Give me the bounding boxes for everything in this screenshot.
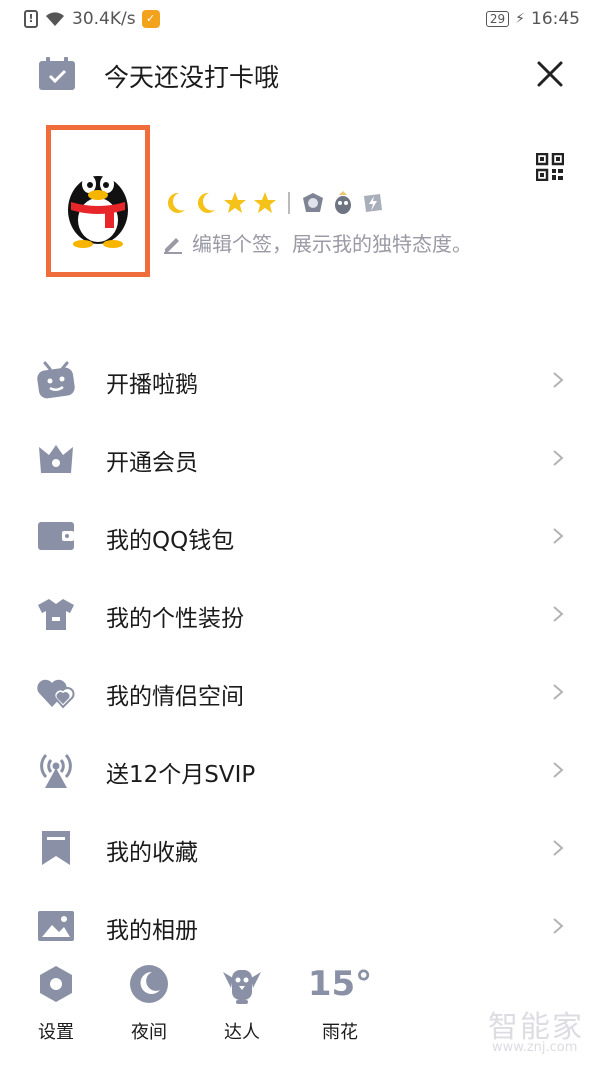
status-bar: ! 30.4K/s ✓ 29 ⚡ 16:45 (0, 0, 600, 42)
shirt-icon (38, 599, 74, 630)
wifi-icon (46, 12, 64, 26)
status-left: ! 30.4K/s ✓ (24, 9, 160, 29)
menu-item-live[interactable]: 开播啦鹅 (0, 347, 600, 413)
charging-icon: ⚡ (515, 11, 525, 27)
chevron-right-icon (553, 684, 564, 700)
night-mode-button[interactable]: 夜间 (114, 962, 184, 1044)
tv-icon (37, 361, 75, 399)
moon-icon (167, 192, 185, 213)
qq-level-badges[interactable] (162, 190, 386, 216)
qr-code-icon[interactable] (536, 153, 564, 181)
signature-field[interactable]: 编辑个签，展示我的独特态度。 (162, 228, 472, 257)
weather-location: 雨花 (322, 1022, 358, 1043)
wallet-icon (38, 522, 74, 550)
menu-label: 我的相册 (106, 918, 198, 944)
pencil-icon (164, 237, 182, 254)
expert-label: 达人 (224, 1022, 260, 1043)
chevron-right-icon (553, 840, 564, 856)
settings-label: 设置 (38, 1022, 74, 1043)
penguin-badge-icon (303, 193, 323, 212)
menu-label: 我的个性装扮 (106, 606, 244, 632)
penguin-badge-icon (335, 191, 351, 214)
winged-penguin-icon (223, 970, 261, 1004)
penguin-avatar-icon (68, 175, 128, 248)
star-icon (254, 192, 276, 213)
menu-label: 我的QQ钱包 (106, 528, 235, 554)
settings-icon (40, 966, 72, 1002)
hearts-icon (37, 679, 75, 709)
chevron-right-icon (553, 372, 564, 388)
chevron-right-icon (553, 606, 564, 622)
avatar[interactable] (46, 125, 150, 277)
status-right: 29 ⚡ 16:45 (485, 9, 580, 29)
menu-label: 我的收藏 (106, 840, 198, 866)
battery-icon: 29 (485, 11, 510, 27)
night-mode-label: 夜间 (131, 1022, 167, 1043)
menu-item-album[interactable]: 我的相册 (0, 893, 600, 959)
photo-icon (38, 911, 74, 941)
signature-placeholder: 编辑个签，展示我的独特态度。 (192, 232, 472, 256)
menu-label: 送12个月SVIP (106, 762, 256, 788)
menu-item-svip[interactable]: 送12个月SVIP (0, 737, 600, 803)
divider (288, 192, 290, 214)
menu-item-favorites[interactable]: 我的收藏 (0, 815, 600, 881)
weather-widget[interactable]: 15° 雨花 (305, 962, 375, 1044)
watermark-url: www.znj.com (492, 1040, 578, 1055)
chevron-right-icon (553, 762, 564, 778)
weather-temperature: 15° (307, 964, 373, 1004)
notification-app-icon: ✓ (141, 10, 160, 28)
menu-item-couple[interactable]: 我的情侣空间 (0, 659, 600, 725)
network-speed: 30.4K/s (72, 9, 136, 29)
menu-item-theme[interactable]: 我的个性装扮 (0, 581, 600, 647)
settings-button[interactable]: 设置 (21, 962, 91, 1044)
chevron-right-icon (553, 918, 564, 934)
menu-item-vip[interactable]: 开通会员 (0, 425, 600, 491)
close-icon[interactable] (536, 60, 564, 88)
crown-icon (39, 445, 73, 473)
checkin-prompt[interactable]: 今天还没打卡哦 (104, 58, 279, 94)
moon-icon (197, 192, 215, 213)
night-mode-icon (130, 965, 168, 1003)
calendar-icon[interactable] (38, 57, 76, 91)
star-icon (224, 192, 246, 213)
alert-icon: ! (24, 10, 38, 28)
menu-label: 开播啦鹅 (106, 372, 198, 398)
expert-button[interactable]: 达人 (207, 962, 277, 1044)
menu-label: 开通会员 (106, 450, 198, 476)
menu-label: 我的情侣空间 (106, 684, 244, 710)
chevron-right-icon (553, 528, 564, 544)
chevron-right-icon (553, 450, 564, 466)
bookmark-icon (42, 831, 70, 865)
clock: 16:45 (531, 9, 580, 29)
broadcast-icon (40, 753, 72, 788)
menu-item-wallet[interactable]: 我的QQ钱包 (0, 503, 600, 569)
lightning-badge-icon (364, 194, 382, 212)
